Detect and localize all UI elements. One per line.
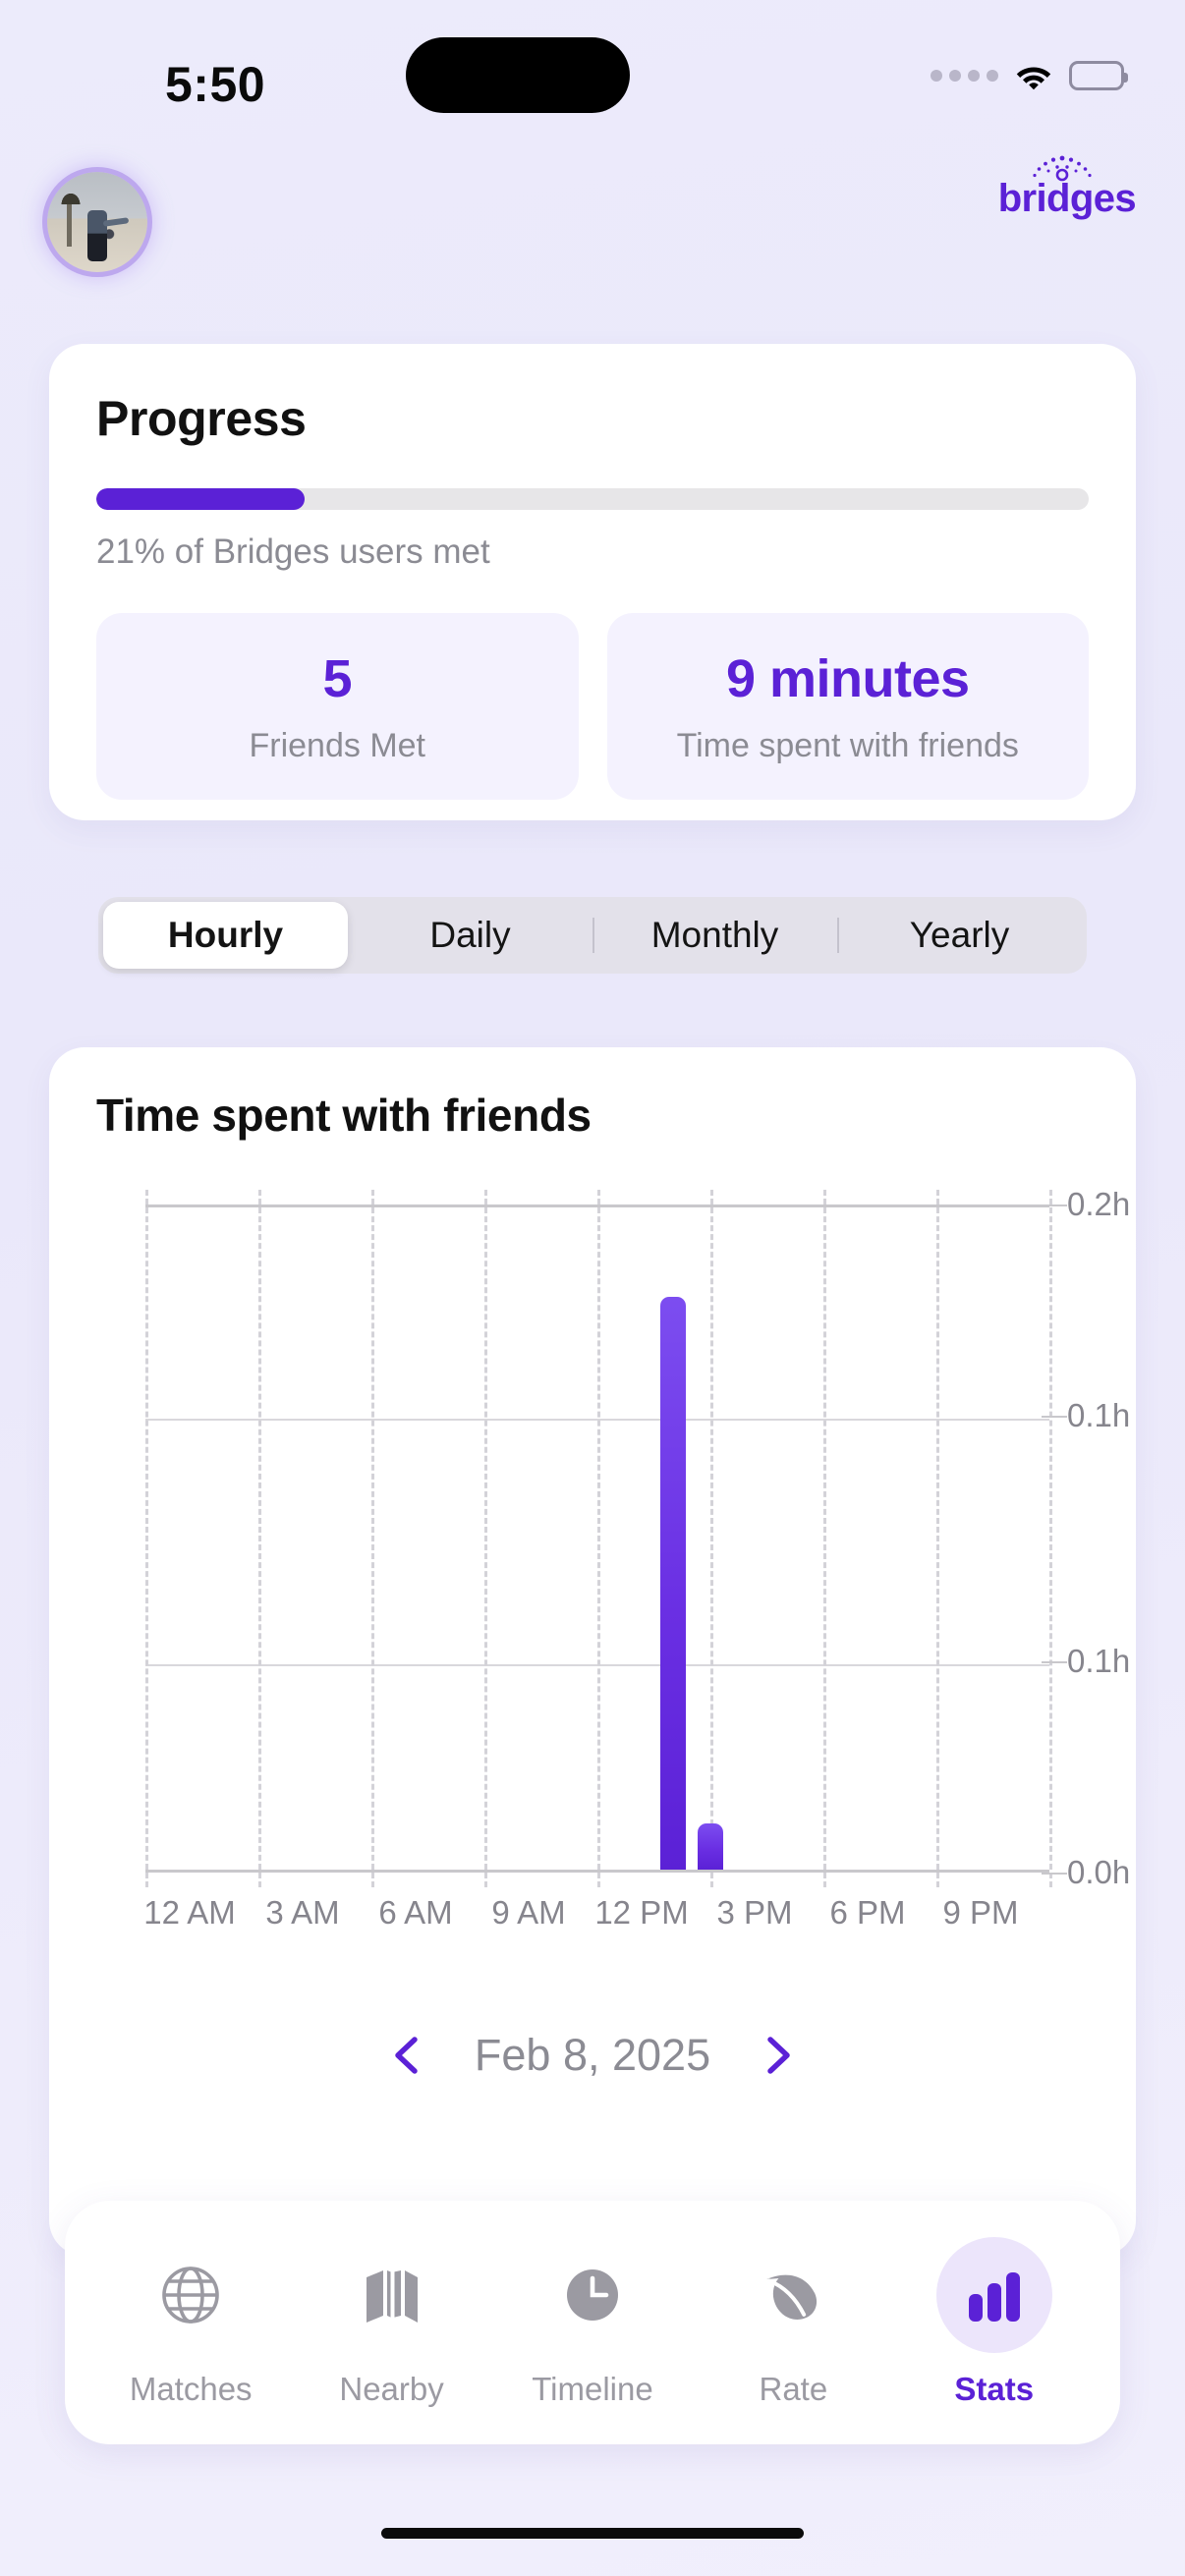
- logo-arc-icon: [1033, 155, 1092, 182]
- status-bar-indicators: [931, 61, 1128, 90]
- chart-bar[interactable]: [659, 1296, 686, 1870]
- segment-divider: [592, 918, 594, 953]
- chart-x-tick-label: 3 AM: [265, 1894, 340, 1931]
- chart-gridline-vertical: [823, 1190, 826, 1887]
- bar-chart-icon: [935, 2237, 1052, 2353]
- chart-card: Time spent with friends 0.2h 0.1h 0.1h 0.0h…: [49, 1047, 1136, 2256]
- chart-date-nav: Feb 8, 2025: [49, 2030, 1136, 2081]
- chart-plot-area: [145, 1190, 1052, 1887]
- segment-yearly[interactable]: Yearly: [837, 902, 1082, 969]
- stat-value: 5: [322, 648, 353, 708]
- chart-title: Time spent with friends: [96, 1090, 592, 1141]
- chart-x-tick-label: 3 PM: [716, 1894, 793, 1931]
- chart-y-tick: [1042, 1661, 1067, 1664]
- chart-gridline-vertical: [145, 1190, 148, 1887]
- tab-nearby[interactable]: Nearby: [309, 2237, 476, 2408]
- period-segmented-control[interactable]: Hourly Daily Monthly Yearly: [98, 897, 1087, 974]
- segment-daily[interactable]: Daily: [348, 902, 592, 969]
- tab-label: Rate: [759, 2371, 828, 2407]
- app-header: bridges: [0, 155, 1185, 277]
- tab-label: Matches: [129, 2371, 253, 2407]
- segment-label: Daily: [429, 915, 511, 955]
- stat-box-time-spent: 9 minutes Time spent with friends: [606, 613, 1089, 800]
- chart-x-tick-label: 12 PM: [594, 1894, 689, 1931]
- home-indicator: [381, 2528, 804, 2539]
- segment-divider: [837, 918, 839, 953]
- chevron-left-icon[interactable]: [388, 2035, 429, 2076]
- chart-gridline-vertical: [371, 1190, 374, 1887]
- chart-bar[interactable]: [698, 1823, 723, 1870]
- tab-label: Timeline: [532, 2371, 653, 2407]
- chart-y-axis: 0.2h 0.1h 0.1h 0.0h: [1042, 1186, 1181, 1890]
- chart-date-label: Feb 8, 2025: [474, 2030, 711, 2080]
- wifi-icon: [1014, 61, 1053, 90]
- chart-gridline-vertical: [936, 1190, 939, 1887]
- map-icon: [334, 2237, 450, 2353]
- dynamic-island: [406, 37, 630, 113]
- stat-box-friends-met: 5 Friends Met: [96, 613, 579, 800]
- tab-label: Stats: [954, 2371, 1035, 2407]
- chart-y-tick-label: 0.0h: [1067, 1854, 1131, 1890]
- chart-gridline-vertical: [258, 1190, 261, 1887]
- progress-card: Progress 21% of Bridges users met 5 Frie…: [49, 344, 1136, 820]
- globe-icon: [133, 2237, 249, 2353]
- clock-icon: [535, 2237, 650, 2353]
- battery-icon: [1069, 61, 1128, 90]
- tab-rate[interactable]: Rate: [709, 2237, 876, 2408]
- status-bar: 5:50: [0, 0, 1185, 147]
- progress-bar-fill: [96, 488, 306, 510]
- chart-x-tick-label: 9 AM: [491, 1894, 566, 1931]
- tab-stats[interactable]: Stats: [911, 2237, 1078, 2408]
- stat-value: 9 minutes: [725, 648, 970, 708]
- chart-y-tick-label: 0.1h: [1067, 1396, 1131, 1433]
- segment-label: Hourly: [167, 915, 284, 955]
- progress-caption: 21% of Bridges users met: [96, 532, 490, 571]
- progress-title: Progress: [96, 391, 307, 446]
- chart-y-tick: [1042, 1415, 1067, 1418]
- chart-y-tick: [1042, 1204, 1067, 1206]
- chart-y-tick-label: 0.1h: [1067, 1643, 1131, 1680]
- tab-label: Nearby: [339, 2371, 444, 2407]
- chart-gridline-vertical: [597, 1190, 600, 1887]
- segment-label: Monthly: [650, 915, 779, 955]
- chart-x-tick-label: 6 PM: [829, 1894, 906, 1931]
- segment-monthly[interactable]: Monthly: [592, 902, 837, 969]
- segment-hourly[interactable]: Hourly: [103, 902, 348, 969]
- app-logo: bridges: [998, 155, 1137, 221]
- chart-y-tick-label: 0.2h: [1067, 1186, 1131, 1222]
- chart-gridline-vertical: [710, 1190, 713, 1887]
- chart-x-tick-label: 6 AM: [378, 1894, 453, 1931]
- chart-plot: [145, 1190, 1052, 1887]
- progress-bar-track: [96, 488, 1089, 510]
- stat-label: Friends Met: [249, 726, 426, 764]
- chart-gridline-vertical: [1049, 1190, 1052, 1887]
- chart-x-axis: 12 AM 3 AM 6 AM 9 AM 12 PM 3 PM 6 PM 9 PM: [143, 1894, 1049, 1947]
- avatar-photo: [47, 172, 147, 272]
- chart-x-tick-label: 12 AM: [143, 1894, 236, 1931]
- chevron-right-icon[interactable]: [756, 2035, 797, 2076]
- chart-gridline-vertical: [484, 1190, 487, 1887]
- leaf-icon: [735, 2237, 851, 2353]
- stat-label: Time spent with friends: [676, 726, 1019, 764]
- tab-matches[interactable]: Matches: [107, 2237, 274, 2408]
- chart-y-tick: [1042, 1873, 1067, 1875]
- progress-stats-row: 5 Friends Met 9 minutes Time spent with …: [96, 613, 1089, 800]
- segment-label: Yearly: [909, 915, 1010, 955]
- avatar[interactable]: [42, 167, 152, 277]
- bottom-tab-bar[interactable]: Matches Nearby Timeline Rate Stats: [65, 2201, 1120, 2444]
- tab-timeline[interactable]: Timeline: [509, 2237, 676, 2408]
- cellular-dots-icon: [931, 70, 998, 82]
- chart-x-tick-label: 9 PM: [942, 1894, 1019, 1931]
- status-bar-time: 5:50: [165, 57, 266, 112]
